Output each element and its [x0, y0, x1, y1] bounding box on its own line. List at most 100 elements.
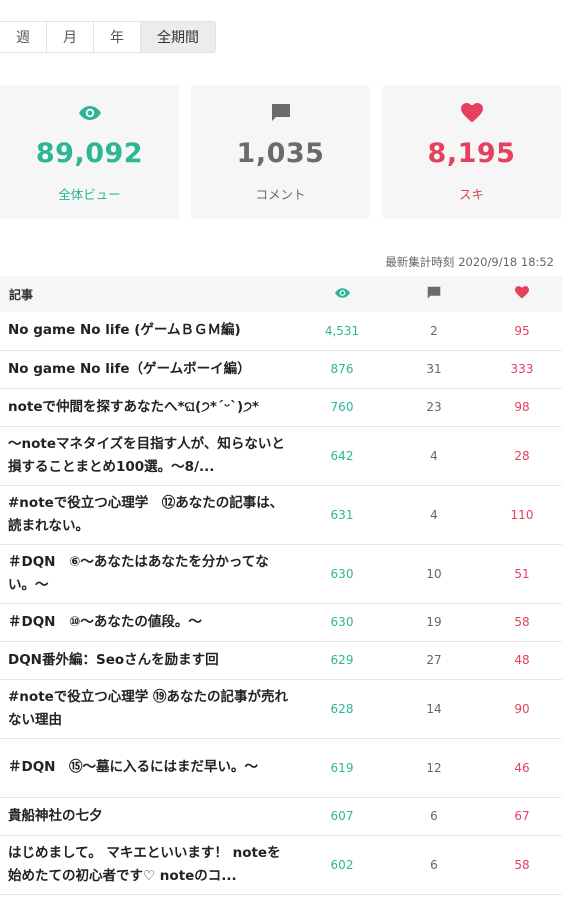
likes-card: 8,195 スキ — [382, 85, 561, 219]
comment-icon — [427, 286, 441, 299]
article-views: 630 — [298, 544, 386, 604]
column-article: 記事 — [9, 287, 34, 302]
article-likes: 67 — [482, 797, 562, 836]
period-tabs: 週 月 年 全期間 — [0, 21, 216, 53]
article-title-cell: ～noteマネタイズを目指す人が、知らないと損することまとめ100選。～8/..… — [0, 426, 298, 486]
total-likes-label: スキ — [458, 187, 484, 202]
column-likes — [482, 276, 562, 312]
table-row: ＃DQN ⑩～あなたの値段。～ 630 19 58 — [0, 603, 562, 642]
article-likes: 48 — [482, 641, 562, 680]
table-row: ＃DQN ⑥～あなたはあなたを分かってない。～ 630 10 51 — [0, 544, 562, 604]
article-link[interactable]: 貴船神社の七夕 — [8, 805, 288, 828]
total-views-label: 全体ビュー — [58, 187, 121, 202]
article-stats-table: 記事 No game No life (ゲームＢＧＭ編) 4,531 2 95 … — [0, 276, 562, 895]
article-comments: 14 — [386, 679, 482, 739]
article-comments: 23 — [386, 388, 482, 427]
article-title-cell: No game No life（ゲームボーイ編） — [0, 350, 298, 389]
article-likes: 95 — [482, 312, 562, 351]
comments-card: 1,035 コメント — [191, 85, 370, 219]
column-views — [298, 276, 386, 312]
article-link[interactable]: ～noteマネタイズを目指す人が、知らないと損することまとめ100選。～8/..… — [8, 433, 288, 479]
article-comments: 27 — [386, 641, 482, 680]
article-link[interactable]: はじめまして。 マキエといいます！ noteを始めたての初心者です♡ noteの… — [8, 842, 288, 888]
total-likes-value: 8,195 — [427, 138, 516, 169]
table-row: #noteで役立つ心理学 ⑲あなたの記事が売れない理由 628 14 90 — [0, 679, 562, 739]
article-comments: 12 — [386, 738, 482, 798]
article-likes: 110 — [482, 485, 562, 545]
article-title-cell: No game No life (ゲームＢＧＭ編) — [0, 312, 298, 351]
total-comments-label: コメント — [255, 187, 306, 202]
article-title-cell: ＃DQN ⑩～あなたの値段。～ — [0, 603, 298, 642]
article-comments: 4 — [386, 485, 482, 545]
article-likes: 58 — [482, 835, 562, 895]
table-row: ＃DQN ⑮～墓に入るにはまだ早い。～ 619 12 46 — [0, 738, 562, 798]
article-likes: 98 — [482, 388, 562, 427]
views-card: 89,092 全体ビュー — [0, 85, 179, 219]
stats-cards: 89,092 全体ビュー 1,035 コメント 8,195 スキ — [0, 85, 562, 219]
eye-icon — [334, 288, 350, 298]
last-updated: 最新集計時刻 2020/9/18 18:52 — [381, 254, 554, 270]
article-title-cell: #noteで役立つ心理学 ⑲あなたの記事が売れない理由 — [0, 679, 298, 739]
tab-year[interactable]: 年 — [94, 22, 141, 52]
tab-all-time[interactable]: 全期間 — [141, 22, 215, 52]
article-link[interactable]: #noteで役立つ心理学 ⑲あなたの記事が売れない理由 — [8, 686, 288, 732]
article-likes: 46 — [482, 738, 562, 798]
article-views: 628 — [298, 679, 386, 739]
article-views: 4,531 — [298, 312, 386, 351]
article-likes: 58 — [482, 603, 562, 642]
table-row: No game No life（ゲームボーイ編） 876 31 333 — [0, 350, 562, 389]
article-link[interactable]: ＃DQN ⑩～あなたの値段。～ — [8, 611, 288, 634]
article-likes: 333 — [482, 350, 562, 389]
table-row: ～noteマネタイズを目指す人が、知らないと損することまとめ100選。～8/..… — [0, 426, 562, 486]
table-row: noteで仲間を探すあなたへ*ଘ(੭*ˊᵕˋ)੭* 760 23 98 — [0, 388, 562, 427]
tab-week[interactable]: 週 — [0, 22, 47, 52]
article-comments: 10 — [386, 544, 482, 604]
article-comments: 2 — [386, 312, 482, 351]
article-link[interactable]: No game No life（ゲームボーイ編） — [8, 358, 288, 381]
article-comments: 4 — [386, 426, 482, 486]
article-likes: 51 — [482, 544, 562, 604]
column-comments — [386, 276, 482, 312]
article-views: 630 — [298, 603, 386, 642]
article-views: 607 — [298, 797, 386, 836]
article-title-cell: ＃DQN ⑮～墓に入るにはまだ早い。～ — [0, 738, 298, 798]
article-likes: 28 — [482, 426, 562, 486]
article-title-cell: #noteで役立つ心理学 ⑫あなたの記事は、読まれない。 — [0, 485, 298, 545]
table-row: はじめまして。 マキエといいます！ noteを始めたての初心者です♡ noteの… — [0, 835, 562, 895]
article-title-cell: noteで仲間を探すあなたへ*ଘ(੭*ˊᵕˋ)੭* — [0, 388, 298, 427]
table-row: No game No life (ゲームＢＧＭ編) 4,531 2 95 — [0, 312, 562, 351]
article-link[interactable]: noteで仲間を探すあなたへ*ଘ(੭*ˊᵕˋ)੭* — [8, 396, 288, 419]
article-link[interactable]: ＃DQN ⑥～あなたはあなたを分かってない。～ — [8, 551, 288, 597]
article-link[interactable]: #noteで役立つ心理学 ⑫あなたの記事は、読まれない。 — [8, 492, 288, 538]
article-comments: 31 — [386, 350, 482, 389]
article-title-cell: はじめまして。 マキエといいます！ noteを始めたての初心者です♡ noteの… — [0, 835, 298, 895]
article-views: 629 — [298, 641, 386, 680]
article-title-cell: ＃DQN ⑥～あなたはあなたを分かってない。～ — [0, 544, 298, 604]
article-title-cell: 貴船神社の七夕 — [0, 797, 298, 836]
article-title-cell: DQN番外編：Seoさんを励ます回 — [0, 641, 298, 680]
last-updated-time: 2020/9/18 18:52 — [458, 255, 554, 269]
last-updated-label: 最新集計時刻 — [385, 255, 455, 269]
article-link[interactable]: No game No life (ゲームＢＧＭ編) — [8, 319, 288, 342]
total-views-value: 89,092 — [35, 138, 144, 169]
total-comments-value: 1,035 — [236, 138, 325, 169]
article-views: 876 — [298, 350, 386, 389]
tab-month[interactable]: 月 — [47, 22, 94, 52]
article-views: 619 — [298, 738, 386, 798]
comment-icon — [271, 102, 291, 124]
table-row: 貴船神社の七夕 607 6 67 — [0, 797, 562, 836]
eye-icon — [78, 102, 101, 124]
article-views: 760 — [298, 388, 386, 427]
article-link[interactable]: ＃DQN ⑮～墓に入るにはまだ早い。～ — [8, 756, 288, 779]
table-header-row: 記事 — [0, 276, 562, 312]
article-likes: 90 — [482, 679, 562, 739]
article-link[interactable]: DQN番外編：Seoさんを励ます回 — [8, 649, 288, 672]
table-row: #noteで役立つ心理学 ⑫あなたの記事は、読まれない。 631 4 110 — [0, 485, 562, 545]
article-views: 602 — [298, 835, 386, 895]
table-row: DQN番外編：Seoさんを励ます回 629 27 48 — [0, 641, 562, 680]
heart-icon — [460, 102, 483, 124]
heart-icon — [515, 286, 529, 299]
article-comments: 6 — [386, 835, 482, 895]
article-comments: 6 — [386, 797, 482, 836]
article-comments: 19 — [386, 603, 482, 642]
